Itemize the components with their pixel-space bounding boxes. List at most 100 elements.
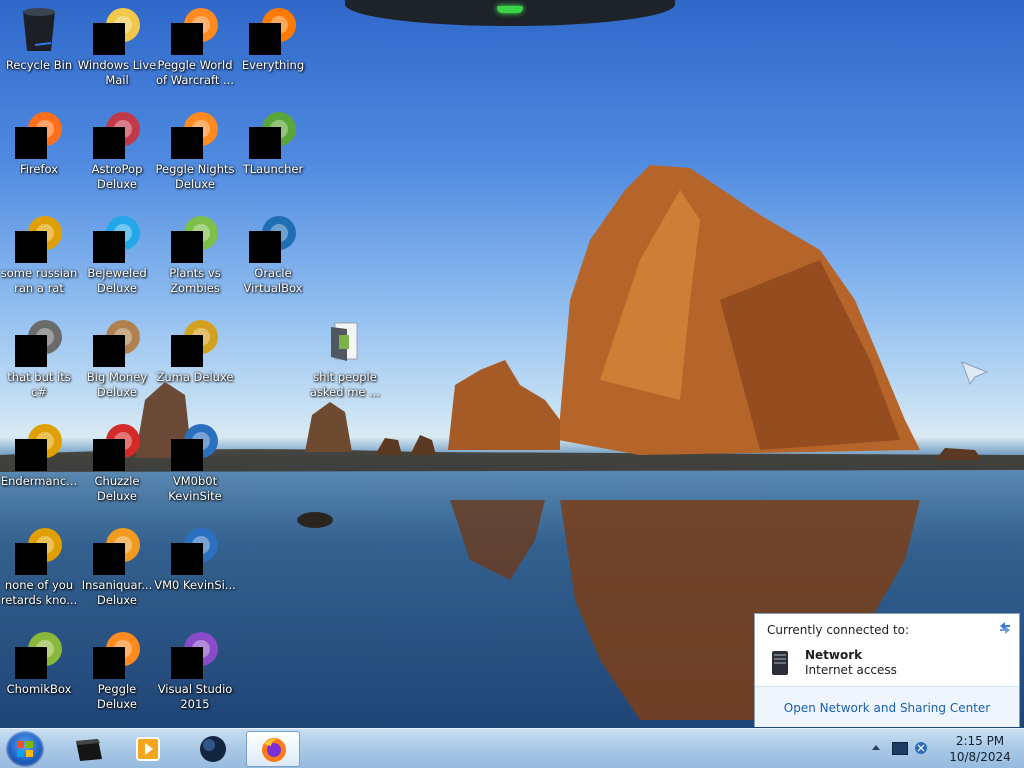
desktop-icon[interactable]: TLauncher xyxy=(234,104,312,194)
firefox-icon xyxy=(262,738,286,762)
desktop-icon[interactable]: AstroPop Deluxe xyxy=(78,104,156,194)
desktop-icon[interactable]: Chuzzle Deluxe xyxy=(78,416,156,506)
desktop-icon-label: Oracle VirtualBox xyxy=(243,266,303,295)
network-flyout: Currently connected to: Network Internet… xyxy=(754,613,1020,727)
redaction-block xyxy=(93,647,125,679)
media-player-icon xyxy=(136,737,160,761)
globe-icon xyxy=(200,736,226,762)
desktop-icon-label: that but its c# xyxy=(7,370,71,399)
desktop-icon[interactable]: Peggle World of Warcraft ... xyxy=(156,0,234,90)
redaction-block xyxy=(171,231,203,263)
taskbar-app-firefox[interactable] xyxy=(246,731,300,767)
desktop-icon-label: Insaniquar... Deluxe xyxy=(81,578,153,607)
desktop-icon[interactable]: Recycle Bin xyxy=(0,0,78,90)
taskbar-app-3[interactable] xyxy=(186,731,240,767)
taskbar-app-2[interactable] xyxy=(121,731,175,767)
media-player-black-icon xyxy=(76,739,102,761)
redaction-block xyxy=(15,231,47,263)
desktop-icon-label: Visual Studio 2015 xyxy=(157,682,233,711)
redaction-block xyxy=(171,439,203,471)
clock-date: 10/8/2024 xyxy=(949,750,1011,764)
desktop-icon-label: Everything xyxy=(241,58,305,72)
desktop-icon-label: Big Money Deluxe xyxy=(86,370,148,399)
desktop-icon-label: none of you retards kno... xyxy=(0,578,78,607)
desktop-icon[interactable]: Big Money Deluxe xyxy=(78,312,156,402)
redaction-block xyxy=(171,647,203,679)
desktop-icon[interactable]: Bejeweled Deluxe xyxy=(78,208,156,298)
network-name: Network xyxy=(805,648,863,662)
desktop-icon[interactable]: none of you retards kno... xyxy=(0,520,78,610)
redaction-block xyxy=(93,543,125,575)
show-hidden-icons-icon[interactable] xyxy=(872,745,880,750)
desktop-icon[interactable]: Windows Live Mail xyxy=(78,0,156,90)
desktop-icon-label: VM0 KevinSi... xyxy=(154,578,236,592)
desktop-icon-label: Endermanc... xyxy=(0,474,78,488)
desktop-icon[interactable]: VM0b0t KevinSite xyxy=(156,416,234,506)
desktop-icon[interactable]: Plants vs Zombies xyxy=(156,208,234,298)
desktop-icon[interactable]: Visual Studio 2015 xyxy=(156,624,234,714)
desktop-icon[interactable]: Oracle VirtualBox xyxy=(234,208,312,298)
desktop-icon[interactable]: Endermanc... xyxy=(0,416,78,506)
redaction-block xyxy=(93,439,125,471)
refresh-network-icon[interactable] xyxy=(997,620,1013,636)
desktop-icon-label: Peggle Nights Deluxe xyxy=(155,162,235,191)
redaction-block xyxy=(93,335,125,367)
desktop-icon[interactable]: Zuma Deluxe xyxy=(156,312,234,402)
redaction-block xyxy=(171,127,203,159)
connection-title: Currently connected to: xyxy=(767,623,910,637)
open-network-sharing-center-link[interactable]: Open Network and Sharing Center xyxy=(755,701,1019,715)
desktop-icon[interactable]: that but its c# xyxy=(0,312,78,402)
recycle-bin-icon xyxy=(15,5,63,53)
desktop-icon[interactable]: some russian ran a rat xyxy=(0,208,78,298)
flyout-footer: Open Network and Sharing Center xyxy=(755,686,1019,727)
redaction-block xyxy=(15,335,47,367)
clock-time: 2:15 PM xyxy=(955,734,1005,748)
redaction-block xyxy=(93,127,125,159)
redaction-block xyxy=(171,543,203,575)
desktop-icon-label: Windows Live Mail xyxy=(77,58,157,87)
desktop-icon[interactable]: Firefox xyxy=(0,104,78,194)
redaction-block xyxy=(15,439,47,471)
desktop-icon-label: Chuzzle Deluxe xyxy=(94,474,140,503)
network-server-icon xyxy=(772,651,788,675)
desktop-icon[interactable]: VM0 KevinSi... xyxy=(154,520,236,610)
redaction-block xyxy=(249,231,281,263)
network-status: Internet access xyxy=(805,663,897,677)
desktop-icon[interactable]: ChomikBox xyxy=(0,624,78,714)
taskbar: 2:15 PM 10/8/2024 xyxy=(0,728,1024,768)
redaction-block xyxy=(171,23,203,55)
taskbar-app-1[interactable] xyxy=(62,731,116,767)
redaction-block xyxy=(15,543,47,575)
redaction-block xyxy=(15,127,47,159)
redaction-block xyxy=(249,23,281,55)
desktop-icon-label: Plants vs Zombies xyxy=(169,266,221,295)
network-icon[interactable] xyxy=(914,741,928,755)
windows-start-icon xyxy=(17,741,33,757)
desktop-icon[interactable]: Peggle Deluxe xyxy=(78,624,156,714)
system-tray: 2:15 PM 10/8/2024 xyxy=(864,729,1024,769)
desktop-icon-label: some russian ran a rat xyxy=(0,266,78,295)
desktop-icon-label: VM0b0t KevinSite xyxy=(168,474,222,503)
monitor-icon[interactable] xyxy=(892,742,908,755)
redaction-block xyxy=(171,335,203,367)
desktop-icon[interactable]: Insaniquar... Deluxe xyxy=(78,520,156,610)
start-button[interactable] xyxy=(6,731,44,767)
redaction-block xyxy=(15,647,47,679)
desktop-icon-label: Peggle Deluxe xyxy=(97,682,137,711)
desktop-icon-label: Firefox xyxy=(19,162,59,176)
indicator-lights xyxy=(497,6,523,13)
folder-icon xyxy=(321,317,369,365)
desktop-icon-label: Zuma Deluxe xyxy=(156,370,234,384)
desktop-icon-label: ChomikBox xyxy=(6,682,72,696)
desktop-icon-label: AstroPop Deluxe xyxy=(91,162,143,191)
desktop-icon[interactable]: Peggle Nights Deluxe xyxy=(155,104,235,194)
desktop-icon[interactable]: shit people asked me ... xyxy=(306,312,384,402)
desktop-icon-label: Peggle World of Warcraft ... xyxy=(156,58,234,87)
desktop-icon-label: shit people asked me ... xyxy=(309,370,381,399)
desktop-icon[interactable]: Everything xyxy=(234,0,312,90)
clock[interactable]: 2:15 PM 10/8/2024 xyxy=(942,733,1018,765)
redaction-block xyxy=(249,127,281,159)
desktop-icon-label: Recycle Bin xyxy=(5,58,73,72)
desktop-icon-label: Bejeweled Deluxe xyxy=(87,266,147,295)
redaction-block xyxy=(93,23,125,55)
